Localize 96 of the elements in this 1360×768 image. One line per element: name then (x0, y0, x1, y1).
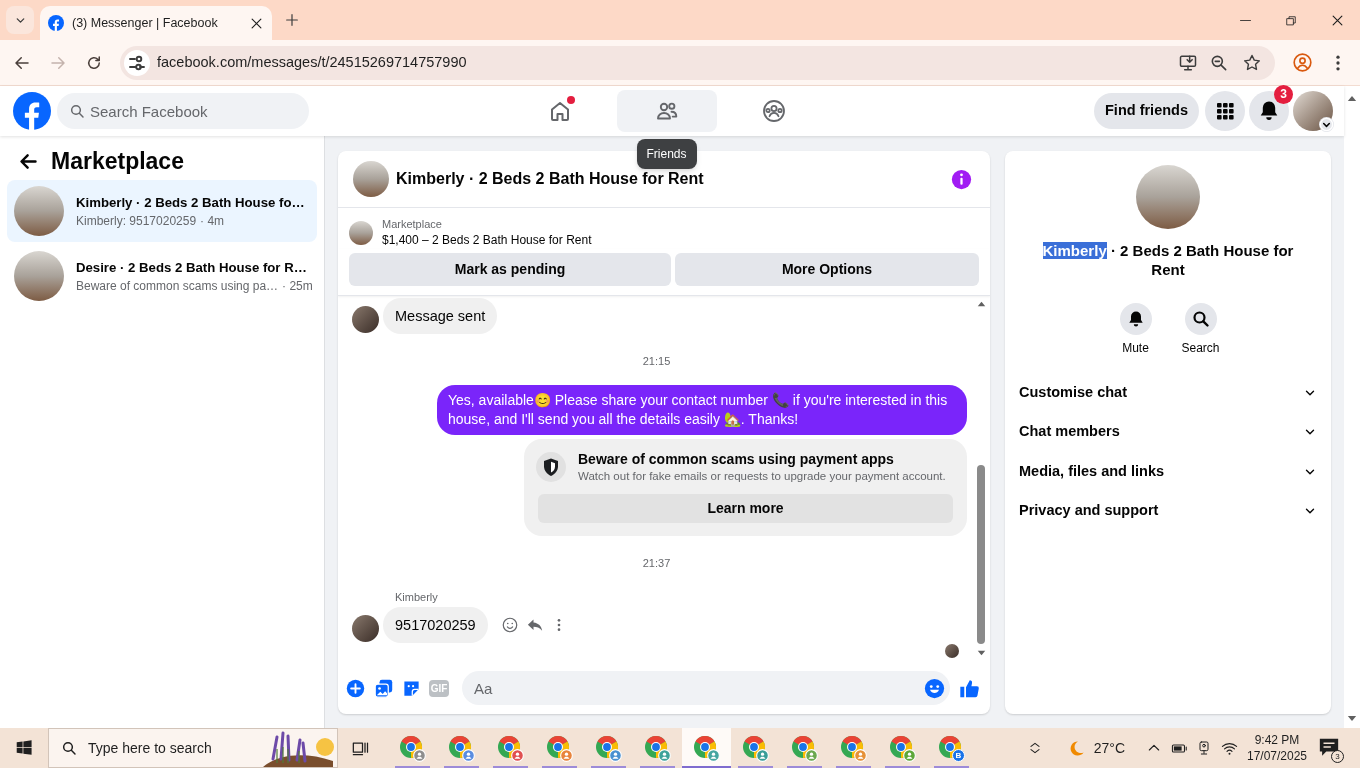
image-icon[interactable] (373, 678, 393, 698)
url-text: facebook.com/messages/t/24515269714757990 (157, 52, 467, 72)
tab-title: (3) Messenger | Facebook (72, 14, 219, 32)
emoji-icon[interactable] (924, 677, 945, 699)
message-timestamp: 21:15 (642, 354, 671, 369)
sender-name: Kimberly (395, 590, 438, 605)
avatar-placeholder (352, 306, 379, 333)
smiley-icon[interactable] (500, 616, 519, 634)
browser-icon (938, 734, 962, 759)
conversation-item[interactable]: Kimberly · 2 Beds 2 Bath House fo… Kimberly: 9517020259 · 4m (7, 180, 317, 242)
scroll-up-icon[interactable] (976, 301, 986, 307)
message-timestamp: 21:37 (642, 556, 671, 571)
app-logo-icon[interactable] (13, 92, 51, 130)
running-indicator (591, 766, 626, 768)
running-indicator (542, 766, 577, 768)
message-preview: Kimberly: 9517020259 (76, 212, 197, 230)
section-row[interactable]: Customise chat (1011, 373, 1325, 413)
sticker-icon[interactable] (401, 678, 421, 698)
start-icon[interactable] (15, 739, 33, 757)
avatar-placeholder (352, 615, 379, 642)
shield-icon (536, 452, 566, 482)
notification-count-badge: 3 (1331, 750, 1344, 763)
running-indicator (395, 766, 430, 768)
profile-title: Kimberly · 2 Beds 2 Bath House for Rent (1041, 241, 1295, 279)
search-icon (61, 740, 77, 756)
add-icon[interactable] (345, 678, 365, 698)
listing-title: $1,400 – 2 Beds 2 Bath House for Rent (382, 232, 592, 249)
groups-icon (761, 99, 786, 123)
running-indicator (885, 766, 920, 768)
find-friends-button[interactable]: Find friends (1094, 93, 1199, 129)
scroll-down-icon[interactable] (1347, 715, 1357, 722)
notifications-icon[interactable] (1249, 91, 1289, 131)
scrollbar-thumb[interactable] (977, 465, 985, 644)
listing-action-button[interactable]: More Options (675, 253, 979, 286)
listing-label: Marketplace (382, 217, 443, 232)
site-settings-icon[interactable] (124, 49, 150, 76)
running-indicator (934, 766, 969, 768)
section-row[interactable]: Privacy and support (1011, 491, 1325, 531)
message-bubble: Message sent (383, 298, 498, 334)
notification-center-icon[interactable] (1318, 736, 1340, 758)
menu-grid-icon[interactable] (1205, 91, 1245, 131)
profile-photo-placeholder[interactable] (1293, 91, 1333, 131)
mute-button[interactable]: Mute (1107, 303, 1164, 356)
listing-photo-placeholder (349, 221, 373, 245)
conversation-item[interactable]: Desire · 2 Beds 2 Bath House for R… Beware of common scams using pa… · 25m (7, 245, 317, 307)
running-indicator (836, 766, 871, 768)
bell-icon (1119, 303, 1152, 335)
sidebar-title: Marketplace (51, 146, 184, 176)
running-indicator (640, 766, 675, 768)
profile-icon[interactable] (1292, 52, 1313, 73)
message-bubble: 9517020259 (383, 607, 488, 643)
running-indicator (444, 766, 479, 768)
address-field[interactable]: facebook.com/messages/t/24515269714757990 (120, 45, 1275, 80)
photo-placeholder (14, 251, 64, 301)
bookmark-star-icon[interactable] (1242, 52, 1262, 73)
info-icon[interactable] (951, 168, 972, 190)
listing-action-button[interactable]: Mark as pending (349, 253, 671, 286)
message-time: · 4m (200, 212, 225, 230)
message-preview: Beware of common scams using pa… (76, 277, 279, 295)
taskbar-app[interactable]: B (927, 728, 976, 768)
browser-tab[interactable]: (3) Messenger | Facebook (40, 6, 272, 40)
reload-icon[interactable] (85, 53, 103, 72)
notice-text: Watch out for fake emails or requests to upgrade your payment account. (578, 469, 946, 484)
message-field[interactable]: Aa (462, 671, 950, 705)
running-indicator (493, 766, 528, 768)
new-tab-icon[interactable] (284, 12, 300, 28)
running-indicator (738, 766, 773, 768)
thumbs-up-icon[interactable] (958, 677, 980, 699)
message-time: · 25m (282, 277, 313, 295)
chat-title: Kimberly · 2 Beds 2 Bath House for Rent (396, 169, 704, 189)
conversation-title: Desire · 2 Beds 2 Bath House for R… (76, 258, 308, 277)
conversation-title: Kimberly · 2 Beds 2 Bath House fo… (76, 193, 305, 212)
camera-icon[interactable] (1196, 740, 1212, 756)
site-favicon-icon (48, 15, 64, 31)
learn-more-button[interactable]: Learn more (538, 494, 953, 523)
account-menu-icon[interactable] (1319, 117, 1334, 132)
search-button[interactable]: Search (1172, 303, 1229, 356)
tooltip: Friends (636, 139, 697, 169)
taskbar-app[interactable] (682, 728, 731, 768)
friends-tab[interactable] (616, 90, 717, 132)
search-field[interactable]: Search Facebook (57, 93, 309, 129)
scroll-down-icon[interactable] (976, 650, 986, 656)
photo-placeholder (14, 186, 64, 236)
search-icon (69, 103, 85, 119)
clock-time: 9:42 PM (1254, 732, 1300, 748)
weather-temperature: 27°C (1093, 738, 1125, 758)
search-icon (1184, 303, 1217, 335)
notice-title: Beware of common scams using payment apps (578, 450, 895, 468)
section-row[interactable]: Chat members (1011, 412, 1325, 452)
running-indicator (682, 766, 731, 768)
clock-date: 17/07/2025 (1246, 748, 1308, 764)
scroll-up-icon[interactable] (1347, 95, 1357, 102)
section-row[interactable]: Media, files and links (1011, 452, 1325, 492)
running-indicator (787, 766, 822, 768)
photo-placeholder (353, 161, 389, 197)
message-bubble: Yes, available😊 Please share your contact number 📞 if you're interested in this house, and I'll send you all the details easily 🏡. Thanks! (437, 385, 967, 435)
